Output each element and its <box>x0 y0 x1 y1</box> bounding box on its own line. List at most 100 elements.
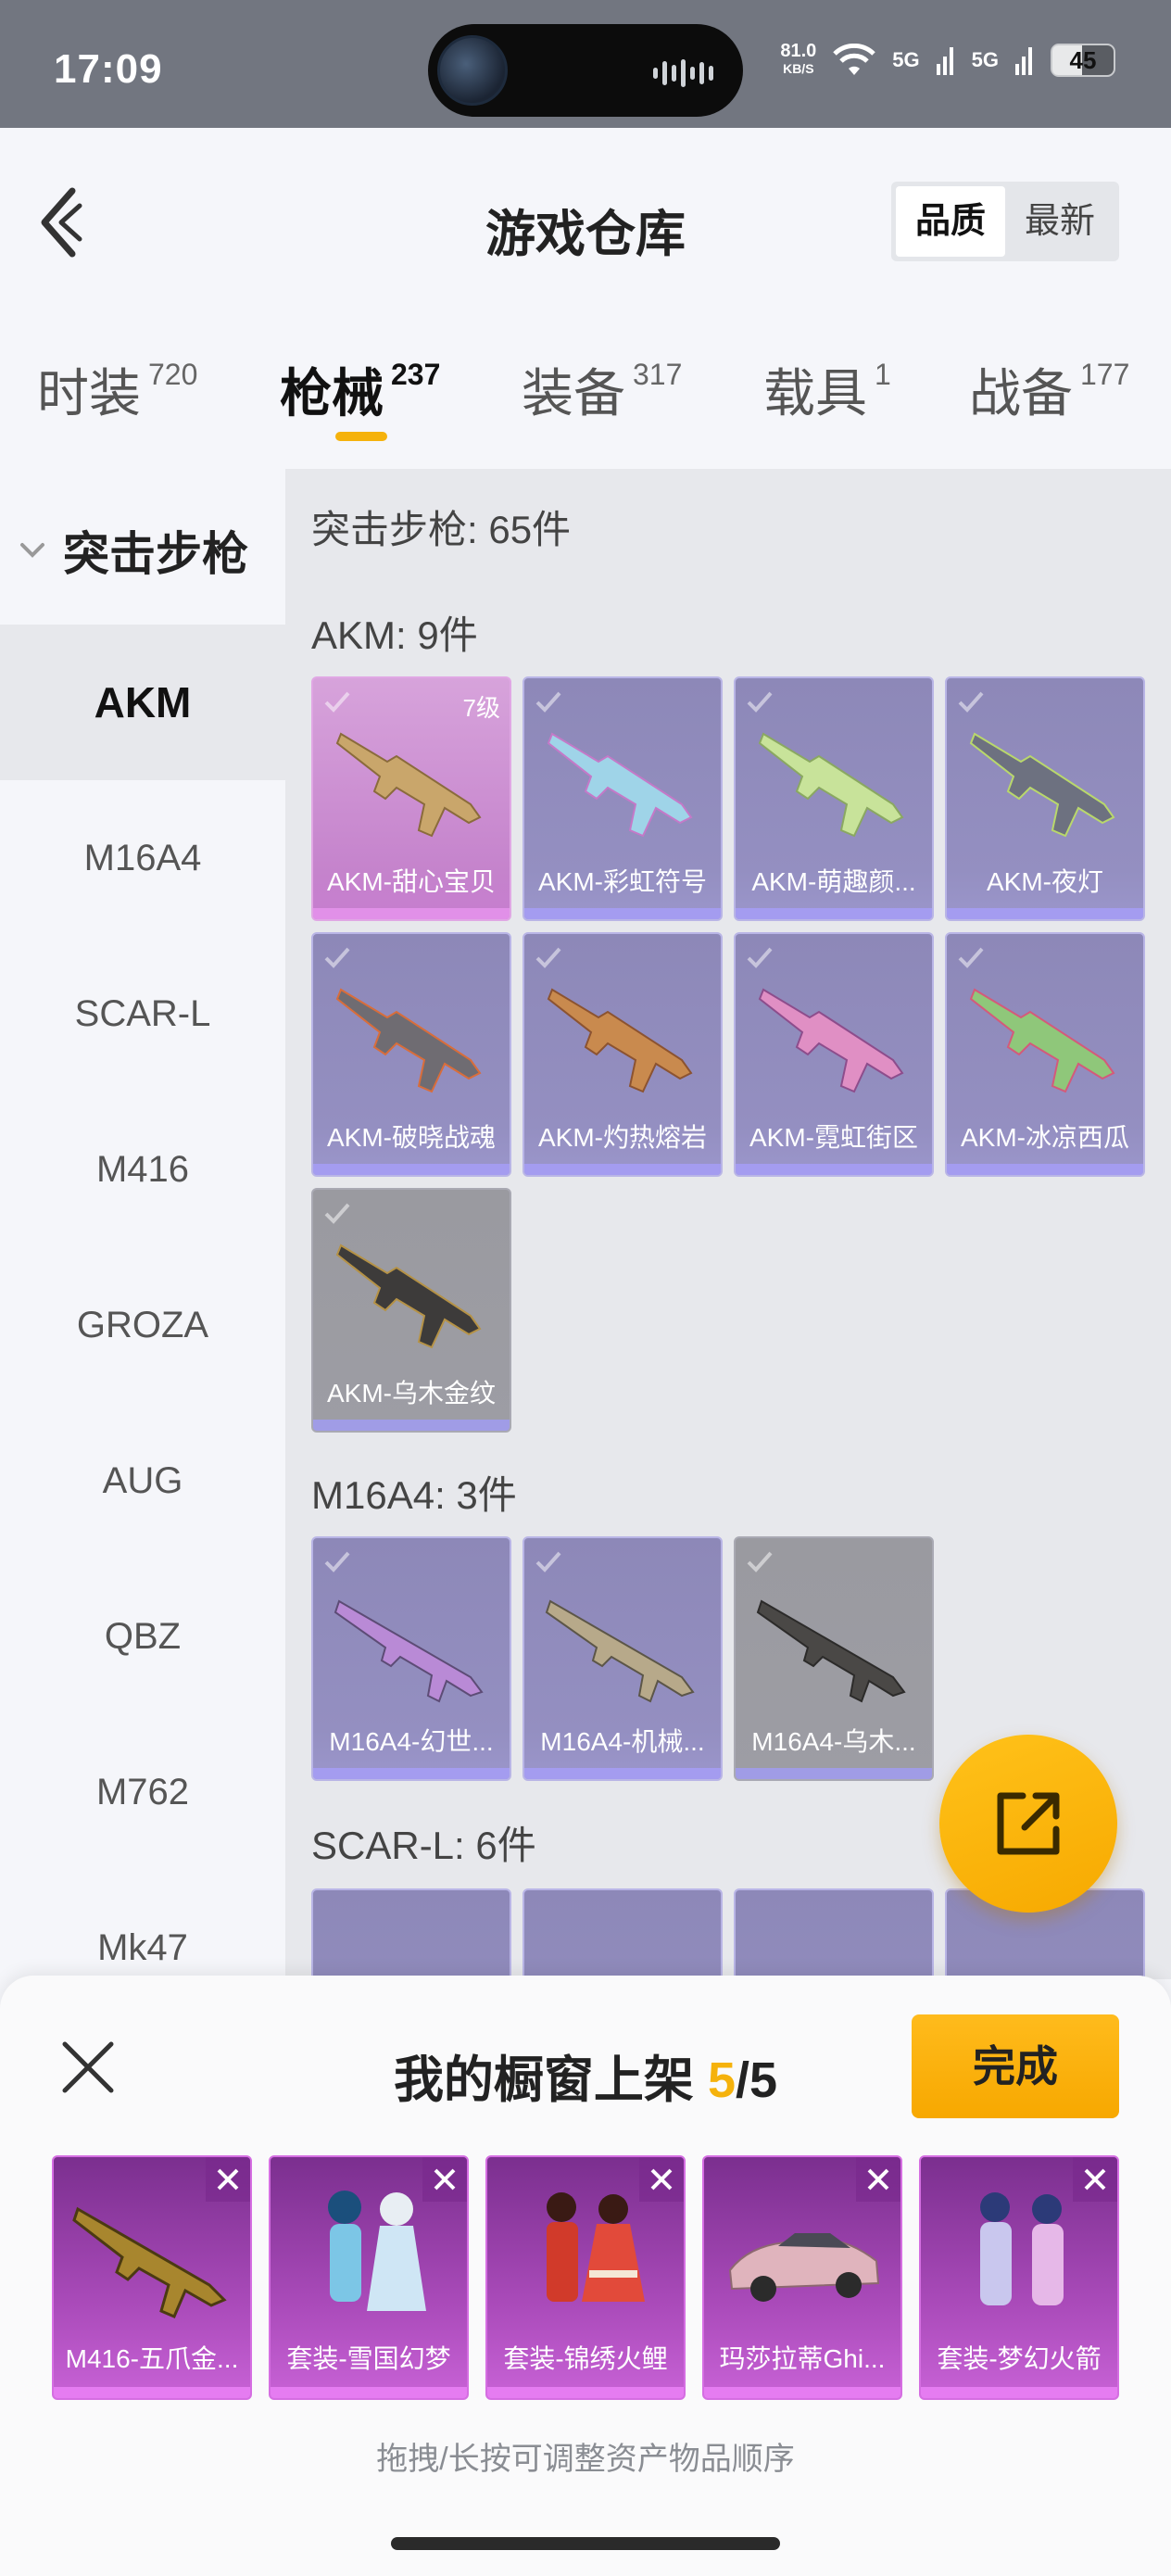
showcase-item[interactable]: 套装-锦绣火鲤 <box>485 2155 686 2400</box>
showcase-count-total: /5 <box>736 2052 778 2108</box>
weapon-card[interactable]: M16A4-机械... <box>523 1536 723 1781</box>
weapon-card[interactable]: 7级 AKM-甜心宝贝 <box>311 676 511 921</box>
sidebar-item-m16a4[interactable]: M16A4 <box>0 780 285 936</box>
now-playing-avatar <box>437 35 508 106</box>
weapon-card[interactable]: AKM-灼热熔岩 <box>523 932 723 1177</box>
tab-equipment[interactable]: 装备 317 <box>522 352 682 427</box>
signal-bars-icon <box>1015 47 1032 75</box>
weapon-card[interactable]: AKM-霓虹街区 <box>734 932 934 1177</box>
outfit-image <box>547 2192 645 2302</box>
sort-latest-button[interactable]: 最新 <box>1005 186 1114 257</box>
rarity-bar <box>313 1768 510 1779</box>
sidebar-item-akm[interactable]: AKM <box>0 625 285 780</box>
sidebar-item-aug[interactable]: AUG <box>0 1403 285 1559</box>
section-title-scar-l: SCAR-L: 6件 <box>311 1824 536 1867</box>
tab-label: 装备 <box>522 364 625 423</box>
outfit-image <box>980 2192 1064 2305</box>
weapon-card[interactable] <box>311 1888 511 1979</box>
weapon-card[interactable]: AKM-萌趣颜... <box>734 676 934 921</box>
rarity-bar <box>524 1768 721 1779</box>
showcase-item-name: 套装-雪国幻梦 <box>286 2344 451 2373</box>
rarity-bar <box>313 908 510 919</box>
rarity-bar <box>736 1768 932 1779</box>
weapon-card[interactable]: AKM-彩虹符号 <box>523 676 723 921</box>
status-time: 17:09 <box>54 46 163 92</box>
home-indicator <box>391 2537 780 2550</box>
rifle-image <box>969 732 1115 838</box>
weapon-card[interactable]: M16A4-幻世... <box>311 1536 511 1781</box>
weapon-name: AKM-霓虹街区 <box>749 1123 918 1152</box>
sidebar-item-qbz[interactable]: QBZ <box>0 1559 285 1714</box>
sidebar-item-m762[interactable]: M762 <box>0 1714 285 1870</box>
tab-label: 时装 <box>37 364 141 423</box>
showcase-item-name: M416-五爪金... <box>65 2344 239 2373</box>
weapon-card[interactable] <box>523 1888 723 1979</box>
rifle-image <box>335 732 482 838</box>
audio-wave-icon <box>653 59 713 87</box>
sidebar-item-groza[interactable]: GROZA <box>0 1247 285 1403</box>
rarity-bar <box>704 2387 900 2398</box>
rifle-image <box>547 732 693 838</box>
weapon-name: AKM-夜灯 <box>986 867 1103 896</box>
summary-title: 突击步枪: 65件 <box>311 508 572 551</box>
share-button[interactable] <box>939 1735 1117 1913</box>
weapon-card[interactable]: AKM-冰凉西瓜 <box>945 932 1145 1177</box>
outfit-image <box>328 2191 426 2311</box>
tab-indicator <box>335 432 387 441</box>
showcase-item[interactable]: 套装-梦幻火箭 <box>919 2155 1119 2400</box>
rarity-bar <box>947 908 1143 919</box>
page-header: 游戏仓库 品质 最新 <box>0 128 1171 278</box>
weapon-card[interactable]: AKM-夜灯 <box>945 676 1145 921</box>
network-speed: 81.0 KB/S <box>780 42 816 78</box>
tab-guns[interactable]: 枪械 237 <box>280 352 440 427</box>
showcase-item[interactable]: 玛莎拉蒂Ghi... <box>702 2155 902 2400</box>
sidebar-item-scar-l[interactable]: SCAR-L <box>0 936 285 1092</box>
showcase-item[interactable]: 套装-雪国幻梦 <box>269 2155 469 2400</box>
showcase-item-name: 套装-梦幻火箭 <box>937 2344 1102 2373</box>
signal-5g-1: 5G <box>892 48 920 71</box>
done-button[interactable]: 完成 <box>912 2014 1119 2118</box>
sidebar-item-m416[interactable]: M416 <box>0 1092 285 1247</box>
weapon-name: AKM-破晓战魂 <box>326 1123 496 1152</box>
tab-count: 237 <box>391 358 441 391</box>
rifle-image <box>756 1599 906 1703</box>
rifle-image <box>547 988 693 1093</box>
weapon-card[interactable] <box>734 1888 934 1979</box>
net-speed-unit: KB/S <box>783 61 814 76</box>
tab-fashion[interactable]: 时装 720 <box>37 352 197 427</box>
tab-vehicles[interactable]: 载具 1 <box>763 352 891 427</box>
rarity-bar <box>524 1164 721 1175</box>
sort-quality-button[interactable]: 品质 <box>896 186 1005 257</box>
category-label: 突击步枪 <box>63 528 248 580</box>
signal-5g-2: 5G <box>971 48 999 71</box>
rifle-image <box>969 988 1115 1093</box>
signal-bars-icon <box>936 47 953 75</box>
battery-level: 45 <box>1069 46 1097 74</box>
weapon-card[interactable]: AKM-乌木金纹 <box>311 1188 511 1433</box>
weapon-name: AKM-甜心宝贝 <box>326 867 496 896</box>
rifle-image <box>335 988 482 1093</box>
rifle-image <box>335 1244 482 1349</box>
rarity-bar <box>313 1164 510 1175</box>
showcase-title-label: 我的橱窗上架 <box>393 2052 708 2108</box>
tab-label: 枪械 <box>280 364 384 423</box>
tab-supplies[interactable]: 战备 177 <box>969 352 1129 427</box>
drag-hint: 拖拽/长按可调整资产物品顺序 <box>376 2442 795 2477</box>
tab-label: 战备 <box>969 364 1073 423</box>
showcase-count-current: 5 <box>707 2052 736 2108</box>
showcase-item-name: 玛莎拉蒂Ghi... <box>719 2344 886 2373</box>
category-header[interactable]: 突击步枪 <box>19 517 248 584</box>
tab-count: 177 <box>1080 358 1130 391</box>
weapon-card[interactable]: AKM-破晓战魂 <box>311 932 511 1177</box>
rarity-bar <box>271 2387 467 2398</box>
rarity-bar <box>313 1420 510 1431</box>
rarity-bar <box>736 1164 932 1175</box>
weapon-name: AKM-冰凉西瓜 <box>960 1123 1129 1152</box>
weapon-name: AKM-灼热熔岩 <box>537 1123 707 1152</box>
tab-count: 1 <box>875 358 891 391</box>
weapon-name: AKM-萌趣颜... <box>751 867 916 896</box>
weapon-card[interactable]: M16A4-乌木... <box>734 1536 934 1781</box>
showcase-item[interactable]: M416-五爪金... <box>52 2155 252 2400</box>
share-icon <box>997 1792 1060 1855</box>
dynamic-island <box>428 24 743 117</box>
